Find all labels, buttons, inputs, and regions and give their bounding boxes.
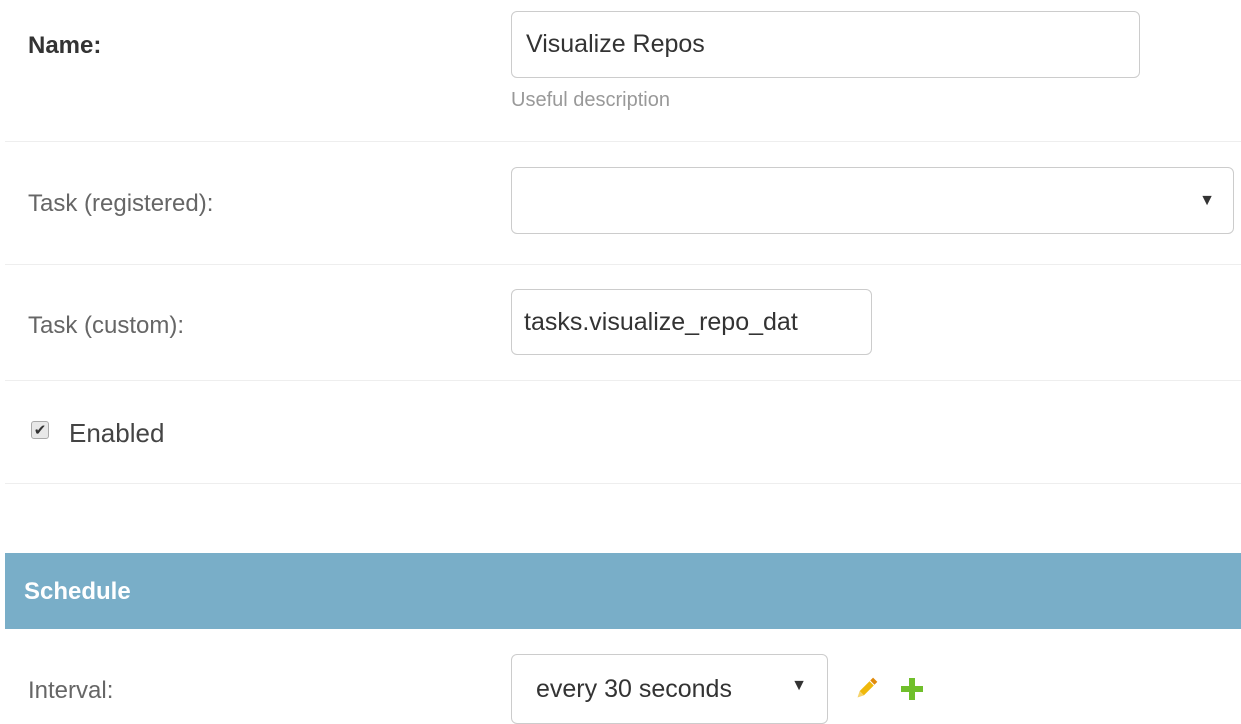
pencil-icon[interactable] <box>852 675 880 703</box>
enabled-label[interactable]: Enabled <box>69 418 164 449</box>
interval-select[interactable]: every 30 seconds ▼ <box>511 654 828 724</box>
task-custom-input[interactable] <box>511 289 872 355</box>
enabled-checkbox[interactable]: ✔ <box>31 421 49 439</box>
row-divider <box>5 264 1241 265</box>
name-input[interactable] <box>511 11 1140 78</box>
dropdown-caret-icon: ▼ <box>791 677 807 694</box>
task-registered-select[interactable]: ▼ <box>511 167 1234 234</box>
row-divider <box>5 141 1241 142</box>
dropdown-caret-icon: ▼ <box>1199 192 1215 209</box>
schedule-title: Schedule <box>24 578 131 605</box>
schedule-fieldset-header: Schedule <box>5 553 1241 629</box>
task-registered-label: Task (registered): <box>28 190 214 217</box>
interval-label: Interval: <box>28 677 114 704</box>
interval-selected-value: every 30 seconds <box>536 674 732 703</box>
name-field-label: Name: <box>28 32 102 59</box>
row-divider <box>5 380 1241 381</box>
row-divider <box>5 483 1241 484</box>
task-custom-label: Task (custom): <box>28 312 185 339</box>
plus-icon[interactable] <box>899 676 925 702</box>
name-help-text: Useful description <box>511 89 670 111</box>
